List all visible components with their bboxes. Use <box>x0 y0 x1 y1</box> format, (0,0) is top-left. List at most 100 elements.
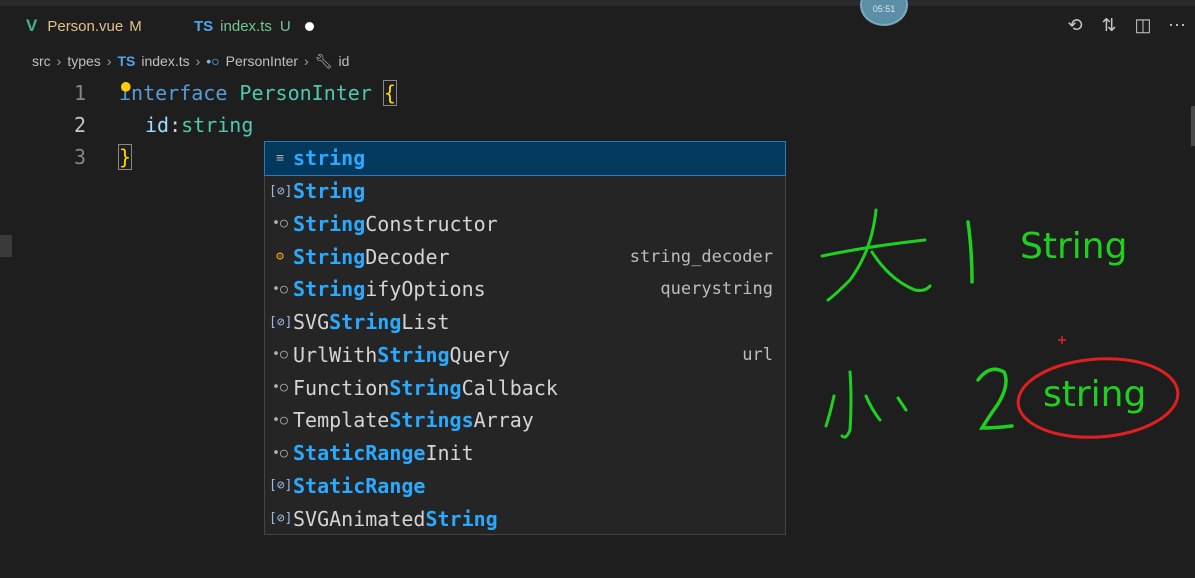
suggestion-label-match: String <box>425 506 498 531</box>
suggestion-item[interactable]: •○ FunctionStringCallback <box>265 371 785 404</box>
wrench-property-icon: 🔧︎ <box>314 52 333 69</box>
variable-icon: [⊘] <box>269 478 293 494</box>
suggestion-label-post: Constructor <box>365 211 498 236</box>
breadcrumb-types[interactable]: types <box>67 53 100 69</box>
suggestion-detail: url <box>742 344 773 365</box>
suggestion-item[interactable]: •○ StringifyOptions querystring <box>265 273 785 306</box>
interface-icon: •○ <box>272 380 288 396</box>
suggestion-item[interactable]: [⊘] SVGStringList <box>265 306 785 339</box>
suggestion-label-pre: SVGAnimated <box>293 506 426 531</box>
code-line[interactable]: 2 id:string <box>0 108 1180 141</box>
annotation-upper-text: String <box>1020 226 1128 267</box>
suggestion-label-pre: Function <box>293 375 390 400</box>
interface-icon: •○ <box>272 412 288 428</box>
suggestion-label-post: Array <box>473 408 534 433</box>
chevron-right-icon: › <box>106 53 112 69</box>
suggestion-label-post: Init <box>425 441 474 466</box>
suggestion-label-post: Callback <box>461 375 558 400</box>
lightbulb-icon[interactable]: ● <box>121 76 131 95</box>
line-code[interactable]: } <box>117 143 133 170</box>
interface-symbol-icon: •○ <box>206 53 220 69</box>
suggestion-label-post: ifyOptions <box>365 277 486 302</box>
line-code[interactable]: id:string <box>145 113 253 137</box>
breadcrumb-src[interactable]: src <box>32 53 51 69</box>
suggestion-label-post: Decoder <box>365 244 450 269</box>
history-icon[interactable]: ⟲ <box>1065 14 1085 36</box>
annotation-lower-text: string <box>1043 374 1147 415</box>
suggestion-label-match: String <box>293 179 366 204</box>
suggestion-item[interactable]: •○ StaticRangeInit <box>265 437 785 470</box>
suggestion-label: SVGAnimatedString <box>293 507 498 531</box>
tab-index-ts[interactable]: TS index.ts U <box>174 8 334 44</box>
suggestion-label: FunctionStringCallback <box>293 376 558 400</box>
line-code[interactable]: interface PersonInter { <box>119 79 397 106</box>
suggestion-label: StringifyOptions <box>293 277 486 301</box>
brace-token: } <box>117 143 133 170</box>
variable-icon: [⊘] <box>269 511 293 527</box>
line-number: 1 <box>73 80 86 105</box>
suggestion-label-post: List <box>401 310 450 335</box>
type-token: string <box>181 112 254 137</box>
suggestion-label: SVGStringList <box>293 310 450 334</box>
interface-icon: •○ <box>272 347 288 363</box>
suggestion-label: StaticRangeInit <box>293 441 474 465</box>
tab-status: U <box>279 17 291 35</box>
title-strip <box>0 0 1195 6</box>
breadcrumb: src › types › TS index.ts › •○ PersonInt… <box>32 50 349 72</box>
interface-icon: •○ <box>272 216 288 232</box>
suggestion-label: StringConstructor <box>293 212 498 236</box>
suggestion-label-pre: SVG <box>293 310 330 335</box>
suggestion-label: UrlWithStringQuery <box>293 343 510 367</box>
editor-tab-bar: V Person.vue M TS index.ts U ⟲ ⇅ ◫ ⋯ <box>0 0 1195 44</box>
variable-icon: [⊘] <box>269 183 293 199</box>
keyword-icon: ≡ <box>276 150 284 166</box>
suggestion-item[interactable]: [⊘] SVGAnimatedString <box>265 502 785 535</box>
editor-actions: ⟲ ⇅ ◫ ⋯ <box>1065 14 1187 36</box>
property-token: id <box>145 112 170 137</box>
suggestion-label-post: Query <box>449 342 510 367</box>
suggestion-label: string <box>293 146 365 170</box>
suggestion-label: TemplateStringsArray <box>293 408 534 432</box>
breadcrumb-file[interactable]: index.ts <box>141 53 189 69</box>
suggestion-label-match: String <box>389 375 462 400</box>
suggestion-label-match: string <box>293 146 366 171</box>
suggestion-item[interactable]: ≡ string <box>264 141 786 176</box>
vue-file-icon: V <box>26 16 38 35</box>
breadcrumb-interface[interactable]: PersonInter <box>226 53 298 69</box>
suggestion-label-match: String <box>377 342 450 367</box>
chevron-right-icon: › <box>56 53 62 69</box>
interface-icon: •○ <box>272 445 288 461</box>
suggestion-item[interactable]: •○ UrlWithStringQuery url <box>265 339 785 372</box>
chevron-right-icon: › <box>304 53 309 69</box>
scrollbar-thumb[interactable] <box>1191 106 1195 146</box>
suggestion-detail: querystring <box>660 279 773 300</box>
code-line[interactable]: 1 interface PersonInter { ● <box>0 76 1180 109</box>
brace-token: { <box>382 79 397 106</box>
type-name-token: PersonInter <box>239 80 372 105</box>
keyword-token: interface <box>119 80 228 105</box>
suggestion-label-match: Strings <box>389 408 474 433</box>
suggestion-item[interactable]: ⚙ StringDecoder string_decoder <box>265 240 785 273</box>
suggestion-label-pre: UrlWith <box>293 342 378 367</box>
chevron-right-icon: › <box>195 53 201 69</box>
breadcrumb-property[interactable]: id <box>338 53 349 69</box>
tab-status: M <box>129 17 142 35</box>
tab-label: Person.vue <box>47 17 124 35</box>
colon-token: : <box>169 112 182 137</box>
suggestion-item[interactable]: [⊘] String <box>265 175 785 208</box>
unsaved-dot-icon[interactable] <box>304 21 314 31</box>
suggestion-item[interactable]: •○ StringConstructor <box>265 208 785 241</box>
compare-icon[interactable]: ⇅ <box>1099 14 1119 36</box>
suggestion-item[interactable]: •○ TemplateStringsArray <box>265 404 785 437</box>
suggestion-label-match: StaticRange <box>293 473 426 498</box>
suggestion-label: StringDecoder <box>293 245 450 269</box>
more-icon[interactable]: ⋯ <box>1167 14 1187 36</box>
line-number: 2 <box>73 112 86 137</box>
line-number: 3 <box>73 144 86 169</box>
suggestion-item[interactable]: [⊘] StaticRange <box>265 470 785 503</box>
tab-person-vue[interactable]: V Person.vue M <box>14 8 166 44</box>
split-editor-icon[interactable]: ◫ <box>1133 14 1153 36</box>
gutter-marker <box>0 235 12 257</box>
autocomplete-suggest-widget: ≡ string [⊘] String •○ StringConstructor ⚙ Stri… <box>264 141 786 535</box>
variable-icon: [⊘] <box>269 314 293 330</box>
